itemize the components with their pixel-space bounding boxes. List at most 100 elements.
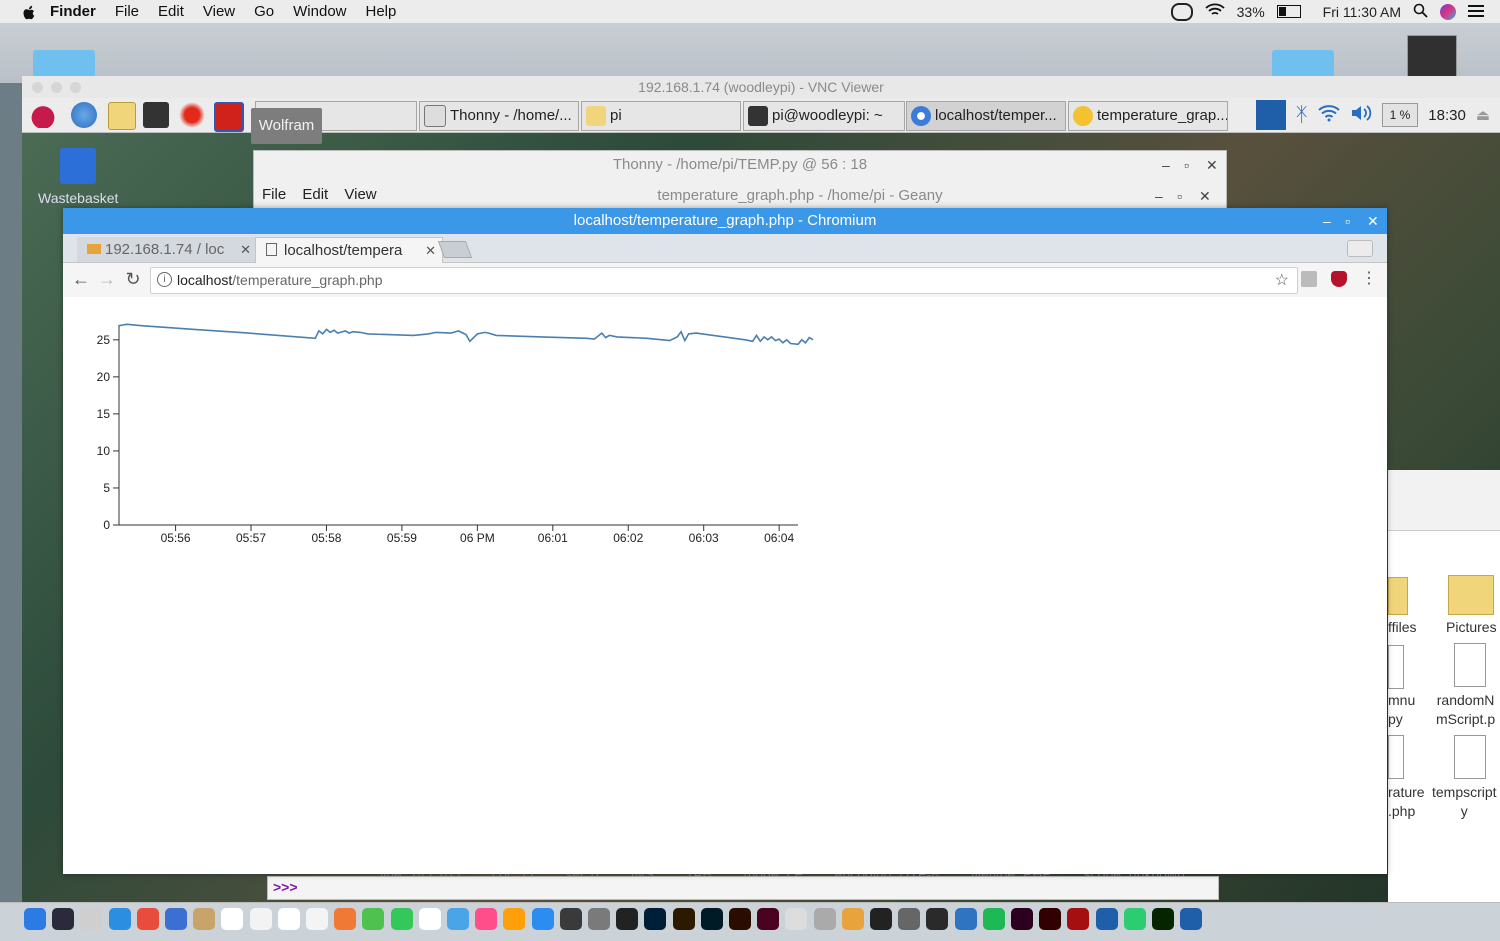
profile-icon[interactable] xyxy=(1347,240,1373,257)
menu-view[interactable]: View xyxy=(344,186,376,203)
tab-phpmyadmin[interactable]: 192.168.1.74 / loc ✕ xyxy=(77,237,257,262)
taskbar-item-geany[interactable]: temperature_grap... xyxy=(1068,101,1228,131)
menu-help[interactable]: Help xyxy=(366,3,397,20)
creative-cloud-icon[interactable] xyxy=(1170,2,1193,21)
dock-app-icon[interactable] xyxy=(362,908,385,930)
dock-app-icon[interactable] xyxy=(700,908,723,930)
new-tab-button[interactable] xyxy=(437,241,473,258)
dock-app-icon[interactable] xyxy=(1095,908,1118,930)
siri-icon[interactable] xyxy=(1440,3,1456,20)
info-icon[interactable]: i xyxy=(157,272,172,287)
bookmark-star-icon[interactable]: ☆ xyxy=(1275,270,1289,290)
menu-view[interactable]: View xyxy=(203,3,235,20)
dock-app-icon[interactable] xyxy=(52,908,75,930)
minimize-icon[interactable]: – xyxy=(1323,208,1331,234)
dock-app-icon[interactable] xyxy=(447,908,469,930)
browser-icon[interactable] xyxy=(71,102,97,128)
spotlight-icon[interactable] xyxy=(1413,3,1428,21)
maximize-icon[interactable]: ▫ xyxy=(1177,184,1182,208)
back-icon[interactable]: ← xyxy=(71,269,91,289)
zoom-icon[interactable] xyxy=(70,82,81,93)
clock[interactable]: Fri 11:30 AM xyxy=(1323,4,1401,20)
dock-app-icon[interactable] xyxy=(870,908,892,930)
file-label[interactable]: Pictures xyxy=(1446,618,1497,637)
dock-app-icon[interactable] xyxy=(165,908,187,930)
file-label[interactable]: mnu py xyxy=(1388,691,1415,729)
dock-app-icon[interactable] xyxy=(926,908,949,930)
wifi-icon[interactable] xyxy=(1317,104,1340,126)
close-icon[interactable]: ✕ xyxy=(1367,208,1379,234)
eject-icon[interactable]: ⏏ xyxy=(1476,106,1490,124)
dock-app-icon[interactable] xyxy=(1011,908,1033,930)
dock-app-icon[interactable] xyxy=(334,908,357,930)
wastebasket-icon[interactable] xyxy=(60,148,96,184)
minimize-icon[interactable] xyxy=(51,82,62,93)
dock-app-icon[interactable] xyxy=(306,908,328,930)
menu-window[interactable]: Window xyxy=(293,3,346,20)
dock-app-icon[interactable] xyxy=(418,908,441,930)
taskbar-item-terminal[interactable]: pi@woodleypi: ~ xyxy=(743,101,905,131)
menu-file[interactable]: File xyxy=(262,186,286,203)
vnc-server-icon[interactable] xyxy=(1255,100,1286,130)
file-manager-icon[interactable] xyxy=(108,102,136,130)
file-label[interactable]: ffiles xyxy=(1388,618,1417,637)
menu-kebab-icon[interactable]: ⋮ xyxy=(1359,269,1379,289)
menu-go[interactable]: Go xyxy=(254,3,274,20)
dock-app-icon[interactable] xyxy=(277,908,300,930)
dock-app-icon[interactable] xyxy=(644,908,667,930)
dock-app-icon[interactable] xyxy=(672,908,695,930)
dock-app-icon[interactable] xyxy=(729,908,751,930)
taskbar-item-pi-folder[interactable]: pi xyxy=(581,101,741,131)
dock-app-icon[interactable] xyxy=(24,908,46,930)
dock-app-icon[interactable] xyxy=(249,908,272,930)
close-icon[interactable] xyxy=(32,82,43,93)
address-bar[interactable]: i localhost/temperature_graph.php ☆ xyxy=(150,267,1298,294)
folder-icon[interactable] xyxy=(1388,577,1408,615)
extension-icon[interactable] xyxy=(1301,271,1317,287)
pictures-folder-icon[interactable] xyxy=(1448,575,1494,615)
file-icon[interactable] xyxy=(1454,643,1486,687)
thonny-shell[interactable]: >>> xyxy=(267,876,1219,900)
notification-center-icon[interactable] xyxy=(1468,4,1484,20)
dock-app-icon[interactable] xyxy=(1123,908,1146,930)
dock-app-icon[interactable] xyxy=(559,908,582,930)
dock-app-icon[interactable] xyxy=(193,908,216,930)
menu-edit[interactable]: Edit xyxy=(302,186,328,203)
close-icon[interactable]: ✕ xyxy=(1199,184,1211,208)
dock-app-icon[interactable] xyxy=(898,908,921,930)
dock-app-icon[interactable] xyxy=(80,908,103,930)
screenshot-thumbnail[interactable] xyxy=(1407,35,1457,77)
file-icon[interactable] xyxy=(1388,645,1404,689)
dock-app-icon[interactable] xyxy=(475,908,498,930)
minimize-icon[interactable]: – xyxy=(1162,151,1170,179)
maximize-icon[interactable]: ▫ xyxy=(1184,151,1189,179)
dock-app-icon[interactable] xyxy=(785,908,808,930)
reload-icon[interactable]: ↻ xyxy=(123,269,143,289)
dock-app-icon[interactable] xyxy=(841,908,864,930)
dock-app-icon[interactable] xyxy=(390,908,413,930)
terminal-icon[interactable] xyxy=(143,102,169,128)
menu-edit[interactable]: Edit xyxy=(158,3,184,20)
dock-app-icon[interactable] xyxy=(136,908,159,930)
panel-clock[interactable]: 18:30 xyxy=(1428,107,1466,124)
dock-app-icon[interactable] xyxy=(813,908,836,930)
forward-icon[interactable]: → xyxy=(97,269,117,289)
dock-app-icon[interactable] xyxy=(221,908,244,930)
file-icon[interactable] xyxy=(1388,735,1404,779)
file-label[interactable]: rature .php xyxy=(1388,783,1425,821)
geany-title-bar[interactable]: temperature_graph.php - /home/pi - Geany… xyxy=(380,184,1220,208)
battery-icon[interactable] xyxy=(1276,5,1301,18)
menu-file[interactable]: File xyxy=(115,3,139,20)
dock-app-icon[interactable] xyxy=(757,908,780,930)
dock-app-icon[interactable] xyxy=(1152,908,1174,930)
file-label[interactable]: randomN mScript.p xyxy=(1436,691,1495,729)
wolfram-icon[interactable] xyxy=(214,102,244,132)
maximize-icon[interactable]: ▫ xyxy=(1345,208,1350,234)
dock-app-icon[interactable] xyxy=(588,908,610,930)
dock-app-icon[interactable] xyxy=(1067,908,1090,930)
file-icon[interactable] xyxy=(1454,735,1486,779)
dock-app-icon[interactable] xyxy=(531,908,554,930)
raspberry-menu-icon[interactable] xyxy=(30,102,56,128)
dock-app-icon[interactable] xyxy=(108,908,131,930)
close-icon[interactable]: ✕ xyxy=(1206,151,1218,179)
